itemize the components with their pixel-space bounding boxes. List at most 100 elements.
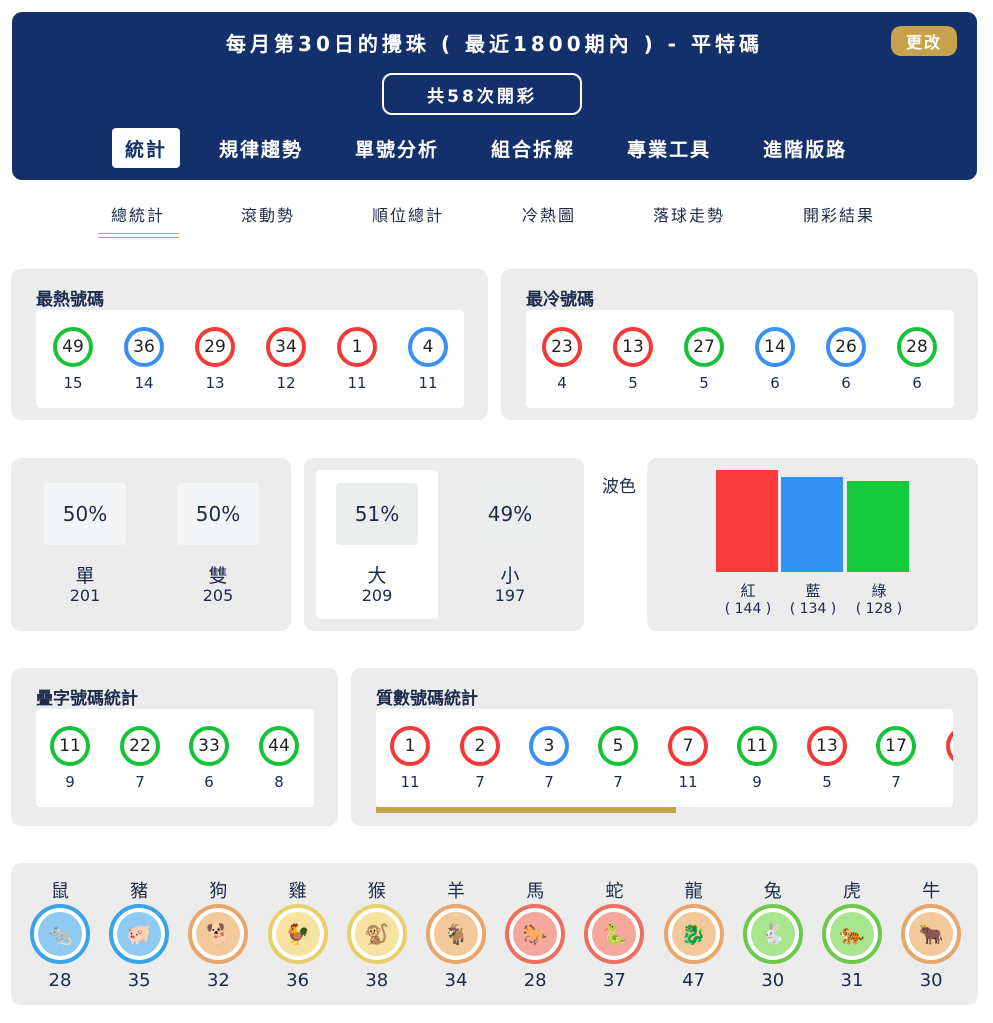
prime-numbers-scroller[interactable]: 1 11 2 7 3 7 5 7 7 11 11 9 13 5 17 7 bbox=[376, 709, 953, 807]
tab-pro-tools[interactable]: 專業工具 bbox=[614, 128, 724, 168]
hot-numbers-title: 最熱號碼 bbox=[36, 290, 104, 310]
value-label: ( 134 ) bbox=[789, 601, 837, 617]
even-percent: 50% bbox=[177, 483, 259, 545]
ball-count: 11 bbox=[678, 773, 698, 791]
subtab-ball-trend[interactable]: 落球走勢 bbox=[653, 202, 725, 226]
zodiac-name: 兔 bbox=[763, 881, 782, 902]
number-ball: 26 bbox=[826, 327, 866, 367]
ball-count: 11 bbox=[418, 374, 438, 392]
subtab-rolling[interactable]: 滾動勢 bbox=[241, 202, 295, 226]
number-ball: 22 bbox=[120, 726, 160, 766]
ball-count: 8 bbox=[274, 773, 284, 791]
tab-single-analysis[interactable]: 單號分析 bbox=[342, 128, 452, 168]
zodiac-count: 34 bbox=[444, 970, 468, 991]
ball-number: 7 bbox=[682, 736, 694, 756]
zodiac-count: 47 bbox=[682, 970, 706, 991]
tab-combination[interactable]: 組合拆解 bbox=[478, 128, 588, 168]
number-ball-partial bbox=[946, 726, 953, 766]
ball-count: 7 bbox=[544, 773, 554, 791]
zodiac-glyph: 🐂 bbox=[909, 912, 954, 956]
ball-number: 17 bbox=[885, 736, 907, 756]
main-tabs: 統計 規律趨勢 單號分析 組合拆解 專業工具 進階版路 bbox=[112, 128, 886, 168]
change-button[interactable]: 更改 bbox=[891, 26, 957, 56]
ball-count: 11 bbox=[400, 773, 420, 791]
ball-number: 3 bbox=[543, 736, 555, 756]
value-label: ( 144 ) bbox=[724, 601, 772, 617]
zodiac-glyph: 🐓 bbox=[275, 912, 320, 956]
ball-number: 5 bbox=[612, 736, 624, 756]
ball-count: 15 bbox=[63, 374, 83, 392]
zodiac-name: 豬 bbox=[130, 881, 149, 902]
monkey-icon: 🐒 bbox=[346, 904, 407, 964]
repeat-numbers-list: 11 9 22 7 33 6 44 8 bbox=[36, 709, 314, 807]
ox-icon: 🐂 bbox=[901, 904, 962, 964]
page-title: 每月第30日的攪珠 ( 最近1800期內 ) - 平特碼 bbox=[226, 32, 763, 56]
number-ball: 14 bbox=[755, 327, 795, 367]
bar-green bbox=[847, 481, 909, 572]
zodiac-count: 32 bbox=[206, 970, 230, 991]
prime-scrollbar[interactable] bbox=[376, 807, 676, 813]
cold-numbers-title: 最冷號碼 bbox=[526, 290, 594, 310]
number-ball: 13 bbox=[613, 327, 653, 367]
ball-count: 6 bbox=[841, 374, 851, 392]
category-label: 綠 bbox=[871, 582, 887, 600]
zodiac-count: 30 bbox=[919, 970, 943, 991]
zodiac-name: 虎 bbox=[843, 881, 861, 902]
subtab-results[interactable]: 開彩結果 bbox=[803, 202, 875, 226]
number-ball: 2 bbox=[460, 726, 500, 766]
ball-count: 14 bbox=[134, 374, 154, 392]
ball-count: 7 bbox=[891, 773, 901, 791]
small-percent: 49% bbox=[469, 483, 551, 545]
odd-percent: 50% bbox=[44, 483, 126, 545]
zodiac-glyph: 🐐 bbox=[434, 912, 478, 956]
ball-number: 34 bbox=[275, 337, 297, 357]
ball-number: 29 bbox=[204, 337, 226, 357]
ball-number: 4 bbox=[422, 337, 434, 357]
tab-trends[interactable]: 規律趨勢 bbox=[206, 128, 316, 168]
ball-number: 2 bbox=[474, 736, 486, 756]
zodiac-glyph: 🐀 bbox=[38, 912, 82, 956]
draws-count-button[interactable]: 共58次開彩 bbox=[382, 73, 582, 115]
ball-number: 23 bbox=[551, 337, 573, 357]
ball-number: 27 bbox=[693, 337, 715, 357]
value-label: ( 128 ) bbox=[855, 601, 903, 617]
zodiac-count: 36 bbox=[286, 970, 310, 991]
zodiac-panel: 鼠 🐀 28 豬 🐖 35 狗 🐕 32 雞 🐓 36 猴 🐒 38 羊 🐐 34 馬 🐎 28 蛇 🐍 37 龍 🐉 47 兔 🐇 30… bbox=[11, 863, 978, 1005]
even-label: 雙 bbox=[208, 565, 228, 587]
number-ball: 11 bbox=[50, 726, 90, 766]
number-ball: 33 bbox=[189, 726, 229, 766]
pig-icon: 🐖 bbox=[109, 904, 170, 964]
ball-number: 14 bbox=[764, 337, 786, 357]
ball-count: 4 bbox=[557, 374, 567, 392]
rat-icon: 🐀 bbox=[30, 904, 90, 964]
subtab-heatmap[interactable]: 冷熱圖 bbox=[522, 202, 576, 226]
number-ball: 44 bbox=[259, 726, 299, 766]
prime-numbers-panel: 質數號碼統計 1 11 2 7 3 7 5 7 7 11 11 9 13 5 1… bbox=[351, 668, 978, 826]
number-ball: 36 bbox=[124, 327, 164, 367]
zodiac-name: 馬 bbox=[526, 881, 545, 902]
subtab-position[interactable]: 順位總計 bbox=[372, 202, 444, 226]
number-ball: 7 bbox=[668, 726, 708, 766]
bar-label-red: 紅 ( 144 ) bbox=[713, 582, 783, 618]
subtab-overall[interactable]: 總統計 bbox=[97, 202, 180, 238]
ball-count: 6 bbox=[912, 374, 922, 392]
rabbit-icon: 🐇 bbox=[742, 904, 803, 964]
ball-count: 7 bbox=[135, 773, 145, 791]
snake-icon: 🐍 bbox=[584, 904, 645, 964]
number-ball: 23 bbox=[542, 327, 582, 367]
ball-number: 28 bbox=[906, 337, 928, 357]
small-count: 197 bbox=[494, 586, 526, 605]
tab-statistics[interactable]: 統計 bbox=[112, 128, 181, 168]
tiger-icon: 🐅 bbox=[822, 904, 882, 964]
cold-numbers-list: 23 4 13 5 27 5 14 6 26 6 28 6 bbox=[526, 310, 954, 408]
ball-count: 6 bbox=[770, 374, 780, 392]
ball-count: 7 bbox=[613, 773, 623, 791]
tab-advanced[interactable]: 進階版路 bbox=[750, 128, 860, 168]
zodiac-glyph: 🐖 bbox=[117, 912, 162, 956]
odd-count: 201 bbox=[69, 586, 101, 605]
ball-number: 33 bbox=[198, 736, 220, 756]
dog-icon: 🐕 bbox=[188, 904, 249, 964]
odd-label: 單 bbox=[75, 565, 95, 587]
number-ball: 27 bbox=[684, 327, 724, 367]
repeat-numbers-title: 疊字號碼統計 bbox=[36, 689, 138, 709]
